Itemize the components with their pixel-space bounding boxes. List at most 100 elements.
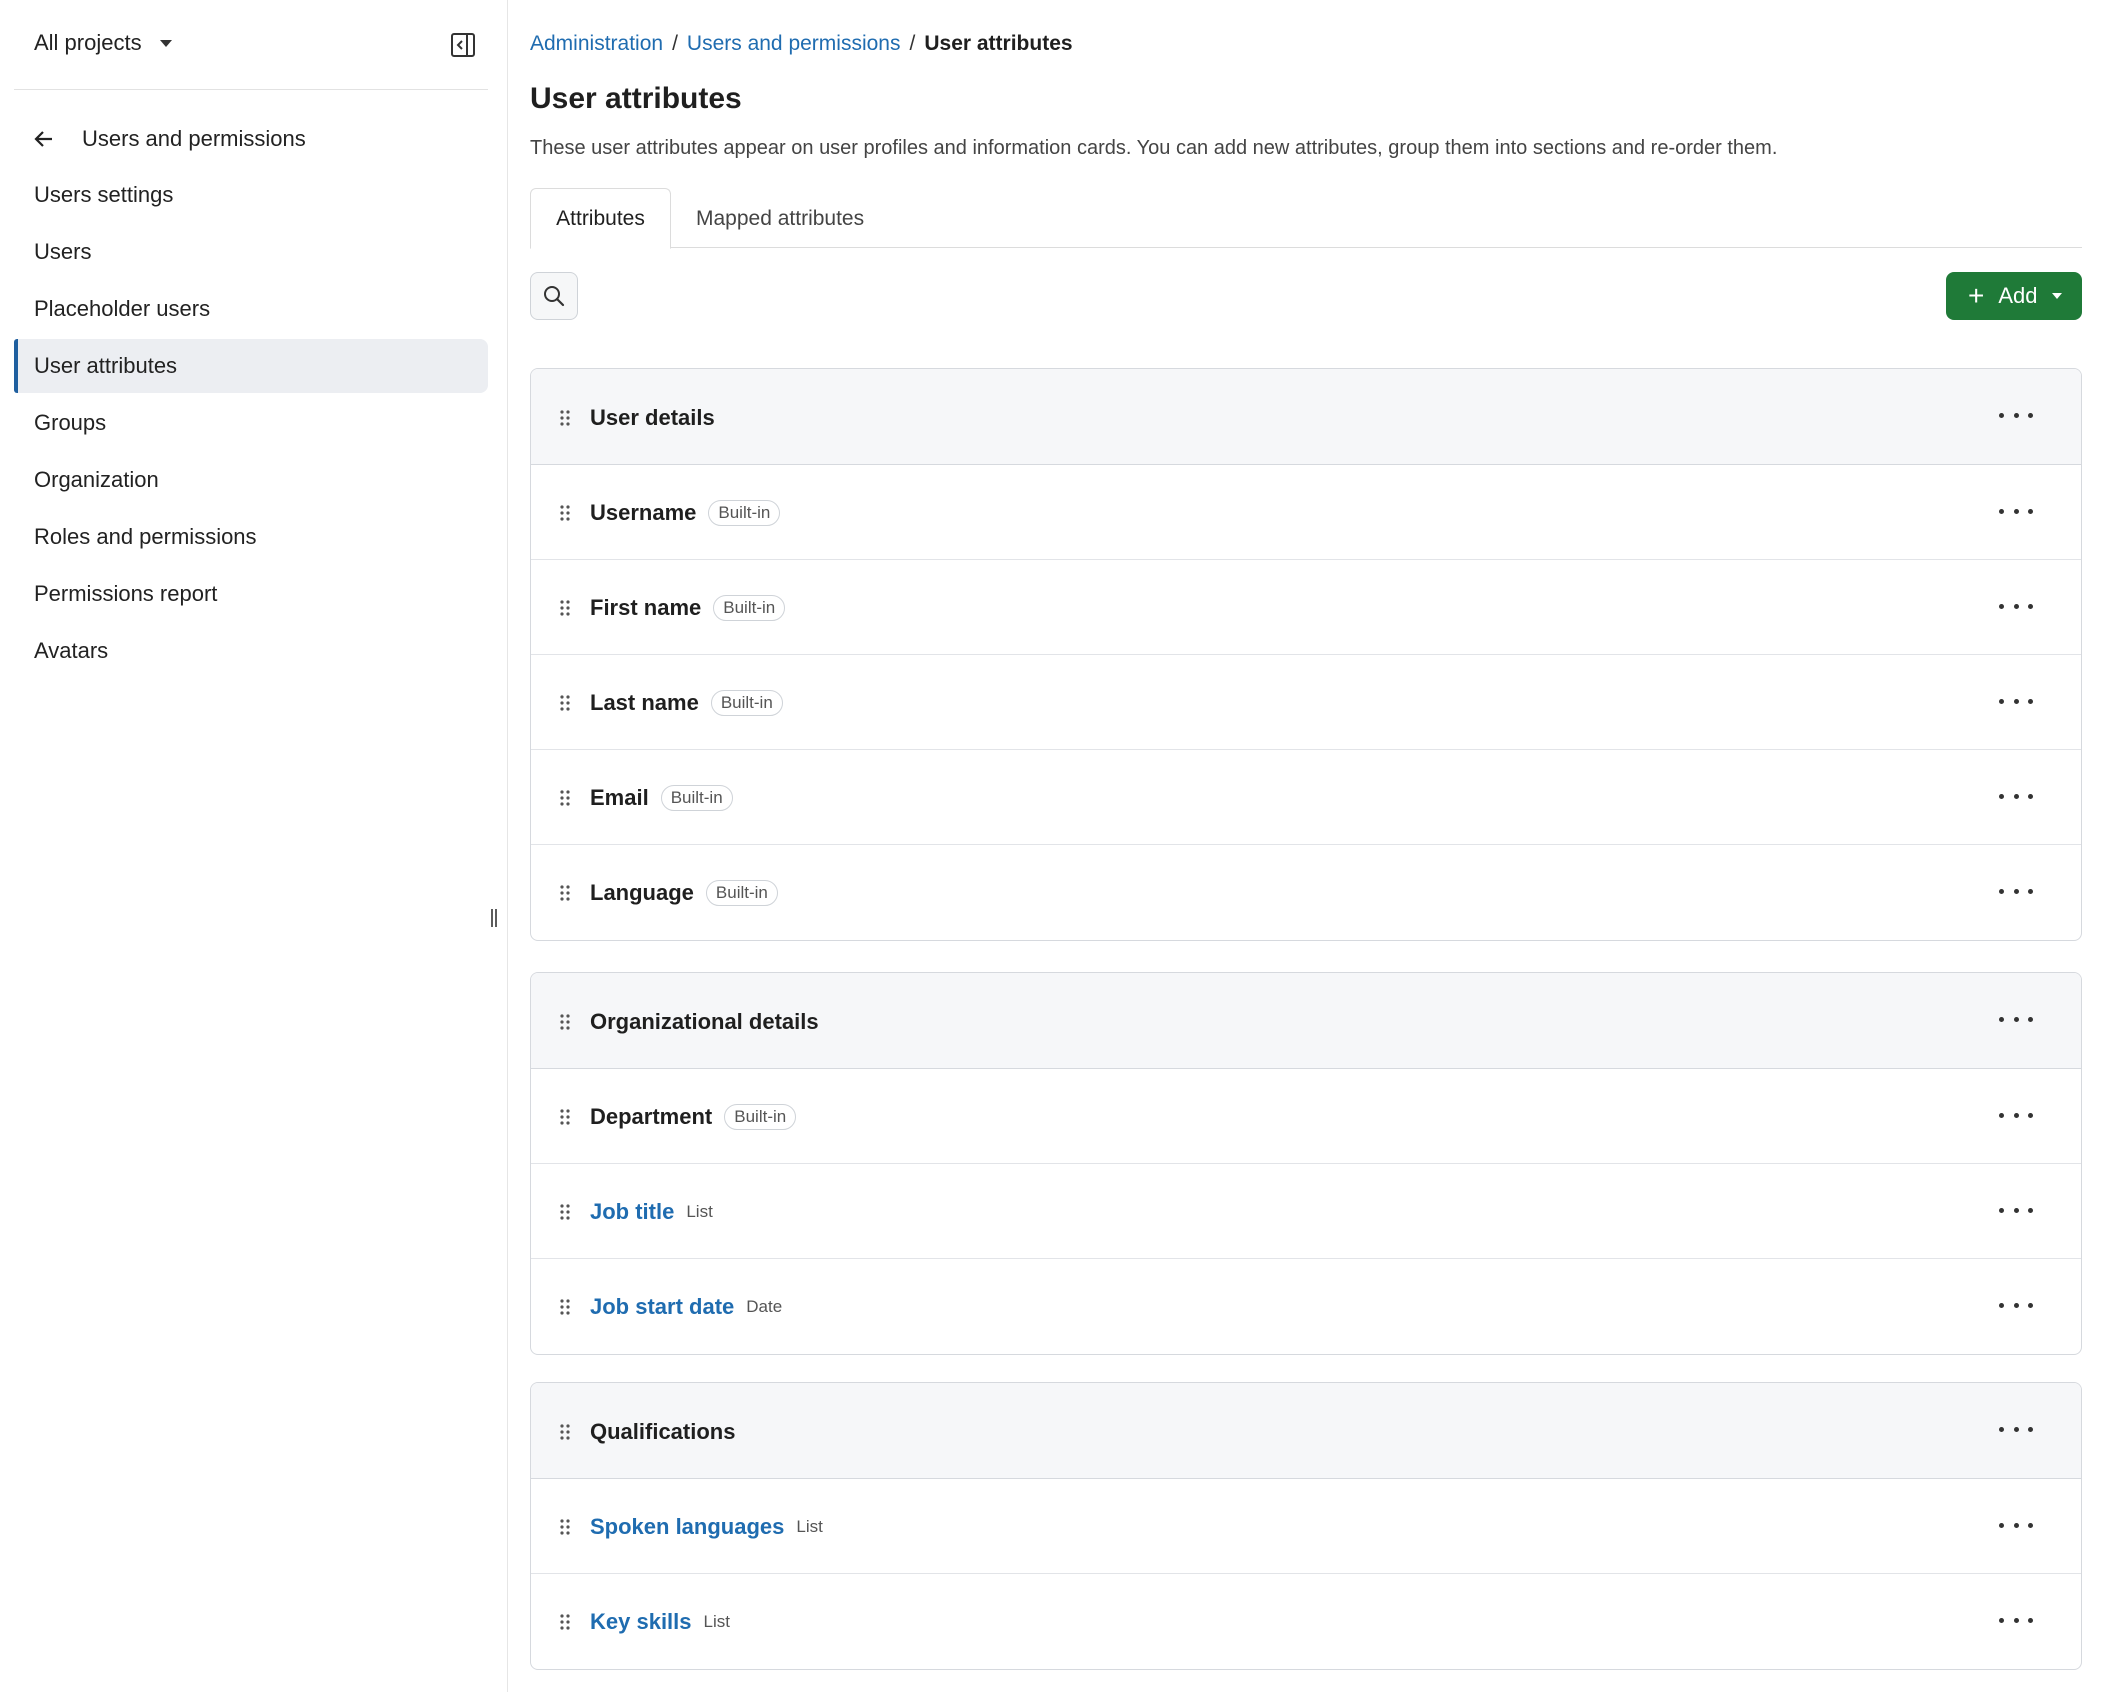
- attribute-name: Username Built-in: [590, 500, 781, 526]
- built-in-badge: Built-in: [660, 785, 733, 811]
- sidebar-item-users-settings[interactable]: Users settings: [14, 168, 488, 222]
- breadcrumb-separator: /: [909, 32, 916, 55]
- breadcrumb: Administration / Users and permissions /…: [530, 32, 1073, 56]
- attribute-name[interactable]: Job title List: [590, 1199, 713, 1225]
- more-options-icon[interactable]: [1999, 501, 2033, 521]
- breadcrumb-administration[interactable]: Administration: [530, 32, 663, 56]
- drag-handle-icon[interactable]: [559, 1108, 571, 1126]
- project-switcher-label: All projects: [34, 30, 142, 55]
- attribute-row: Spoken languages List: [531, 1479, 2081, 1574]
- drag-handle-icon[interactable]: [559, 599, 571, 617]
- drag-handle-icon[interactable]: [559, 1298, 571, 1316]
- tab-mapped-attributes[interactable]: Mapped attributes: [696, 188, 864, 249]
- attribute-name-text: Spoken languages: [590, 1514, 785, 1539]
- more-options-icon[interactable]: [1999, 1200, 2033, 1220]
- attribute-name-text: First name: [590, 595, 702, 620]
- project-switcher[interactable]: All projects: [34, 30, 172, 56]
- attribute-name[interactable]: Key skills List: [590, 1609, 730, 1635]
- section-title: Organizational details: [590, 1009, 819, 1034]
- built-in-badge: Built-in: [708, 500, 781, 526]
- page-title: User attributes: [530, 82, 742, 115]
- attribute-section: Qualifications Spoken languages List Key sk…: [530, 1382, 2082, 1670]
- sidebar-nav: Users settings Users Placeholder users U…: [14, 168, 488, 681]
- more-options-icon[interactable]: [1999, 1295, 2033, 1315]
- attribute-name: Last name Built-in: [590, 690, 783, 716]
- attribute-name-text: Department: [590, 1104, 713, 1129]
- drag-handle-icon[interactable]: [559, 504, 571, 522]
- attribute-name-text: Job start date: [590, 1294, 735, 1319]
- sidebar-item-avatars[interactable]: Avatars: [14, 624, 488, 678]
- drag-handle-icon[interactable]: [559, 1613, 571, 1631]
- more-options-icon[interactable]: [1999, 881, 2033, 901]
- search-button[interactable]: [530, 272, 578, 320]
- built-in-badge: Built-in: [710, 690, 783, 716]
- sidebar-item-placeholder-users[interactable]: Placeholder users: [14, 282, 488, 336]
- arrow-left-icon: [34, 131, 52, 147]
- attribute-name-text: Language: [590, 880, 694, 905]
- add-button[interactable]: + Add: [1946, 272, 2082, 320]
- drag-handle-icon[interactable]: [559, 884, 571, 902]
- sidebar-header: All projects: [14, 0, 488, 90]
- collapse-sidebar-icon[interactable]: [450, 32, 476, 58]
- attribute-name[interactable]: Spoken languages List: [590, 1514, 823, 1540]
- breadcrumb-separator: /: [672, 32, 678, 55]
- attribute-row: Last name Built-in: [531, 655, 2081, 750]
- attribute-name-text: Last name: [590, 690, 699, 715]
- sidebar-item-roles-and-permissions[interactable]: Roles and permissions: [14, 510, 488, 564]
- attribute-row: Language Built-in: [531, 845, 2081, 940]
- breadcrumb-users-and-permissions[interactable]: Users and permissions: [687, 32, 901, 56]
- attribute-type: List: [796, 1517, 823, 1536]
- tab-bar: Attributes Mapped attributes: [530, 188, 2082, 249]
- section-title: User details: [590, 405, 715, 430]
- attribute-type: List: [686, 1202, 713, 1221]
- more-options-icon[interactable]: [1999, 1105, 2033, 1125]
- drag-handle-icon[interactable]: [559, 409, 571, 427]
- attribute-name: First name Built-in: [590, 595, 786, 621]
- more-options-icon[interactable]: [1999, 405, 2033, 425]
- attribute-section: User details Username Built-in First name Bu…: [530, 368, 2082, 941]
- section-header: Organizational details: [531, 973, 2081, 1069]
- drag-handle-icon[interactable]: [559, 694, 571, 712]
- attribute-row: Username Built-in: [531, 465, 2081, 560]
- more-options-icon[interactable]: [1999, 786, 2033, 806]
- back-to-users-and-permissions[interactable]: Users and permissions: [34, 126, 306, 152]
- caret-down-icon: [159, 39, 172, 47]
- more-options-icon[interactable]: [1999, 1009, 2033, 1029]
- more-options-icon[interactable]: [1999, 1419, 2033, 1439]
- more-options-icon[interactable]: [1999, 1610, 2033, 1630]
- drag-handle-icon[interactable]: [559, 789, 571, 807]
- more-options-icon[interactable]: [1999, 596, 2033, 616]
- attribute-row: Job start date Date: [531, 1259, 2081, 1354]
- tab-attributes[interactable]: Attributes: [530, 188, 671, 249]
- attribute-type: Date: [746, 1297, 783, 1316]
- sidebar-item-users[interactable]: Users: [14, 225, 488, 279]
- built-in-badge: Built-in: [724, 1104, 797, 1130]
- more-options-icon[interactable]: [1999, 1515, 2033, 1535]
- sidebar-item-groups[interactable]: Groups: [14, 396, 488, 450]
- attribute-row: Department Built-in: [531, 1069, 2081, 1164]
- sidebar-item-user-attributes[interactable]: User attributes: [14, 339, 488, 393]
- more-options-icon[interactable]: [1999, 691, 2033, 711]
- attribute-row: First name Built-in: [531, 560, 2081, 655]
- attribute-section: Organizational details Department Built-in…: [530, 972, 2082, 1355]
- sidebar-item-permissions-report[interactable]: Permissions report: [14, 567, 488, 621]
- attribute-row: Job title List: [531, 1164, 2081, 1259]
- attribute-row: Key skills List: [531, 1574, 2081, 1669]
- drag-handle-icon[interactable]: [559, 1013, 571, 1031]
- page-description: These user attributes appear on user pro…: [530, 137, 1778, 159]
- section-header: User details: [531, 369, 2081, 465]
- attribute-name-text: Job title: [590, 1199, 675, 1224]
- drag-handle-icon[interactable]: [559, 1518, 571, 1536]
- breadcrumb-current: User attributes: [924, 32, 1073, 55]
- drag-handle-icon[interactable]: [559, 1423, 571, 1441]
- add-button-label: Add: [1998, 283, 2038, 308]
- sidebar-resize-handle[interactable]: [490, 908, 498, 928]
- caret-down-icon: [2051, 293, 2062, 299]
- sidebar: All projects Users and permissions Users…: [0, 0, 508, 1692]
- sidebar-item-organization[interactable]: Organization: [14, 453, 488, 507]
- drag-handle-icon[interactable]: [559, 1203, 571, 1221]
- attribute-name-text: Key skills: [590, 1609, 692, 1634]
- attribute-name[interactable]: Job start date Date: [590, 1294, 782, 1320]
- section-header: Qualifications: [531, 1383, 2081, 1479]
- built-in-badge: Built-in: [705, 880, 778, 906]
